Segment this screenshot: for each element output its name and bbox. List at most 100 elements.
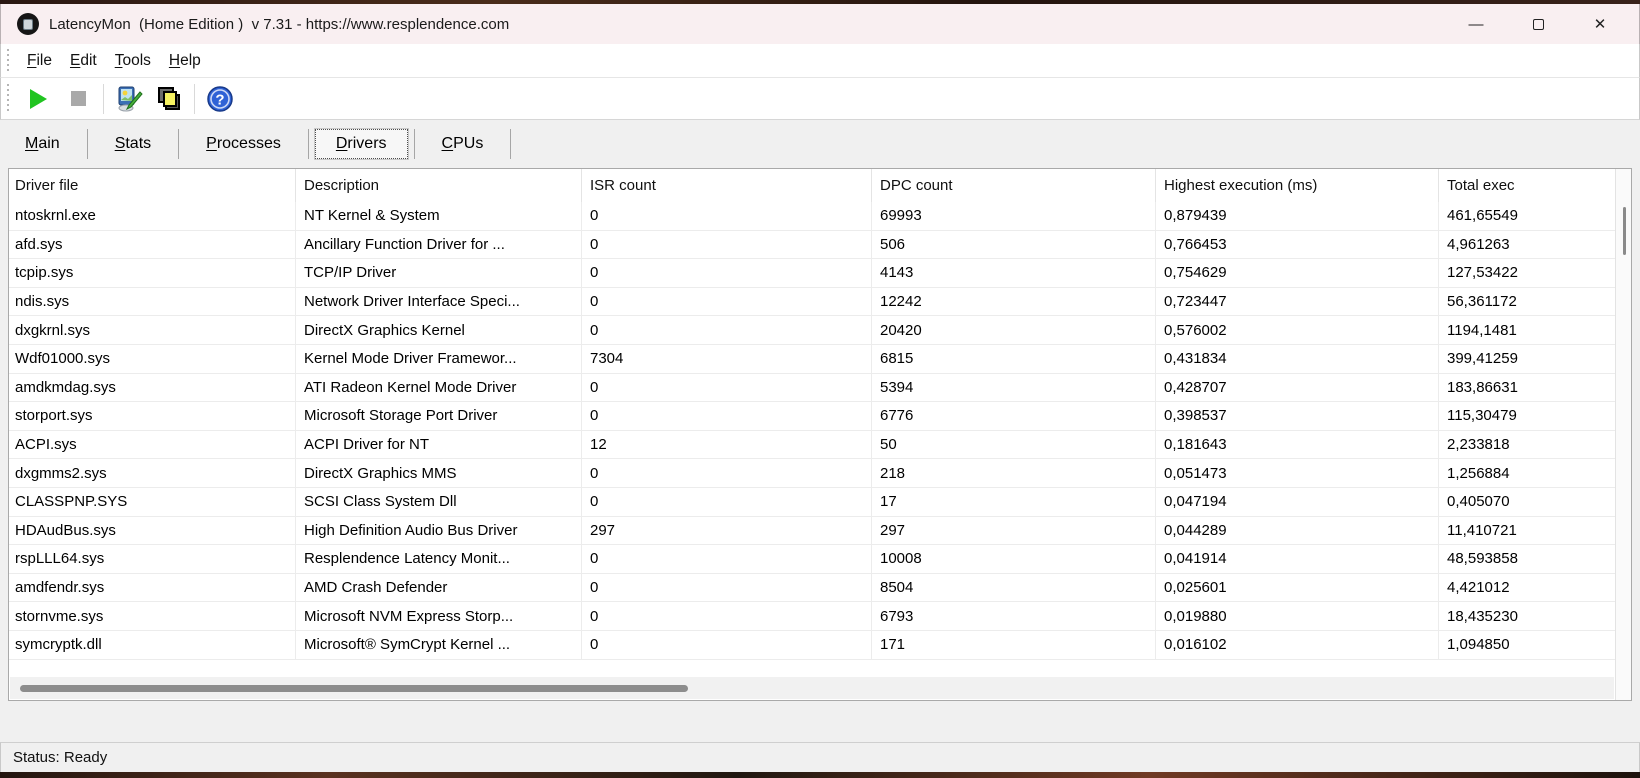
table-row[interactable]: CLASSPNP.SYS SCSI Class System Dll 0 17 … [9, 488, 1623, 517]
column-header-highest-execution[interactable]: Highest execution (ms) [1156, 169, 1439, 202]
stop-monitor-button[interactable] [58, 82, 98, 116]
vertical-scrollbar[interactable] [1615, 169, 1631, 700]
table-row[interactable]: amdkmdag.sys ATI Radeon Kernel Mode Driv… [9, 374, 1623, 403]
help-icon: ? [206, 85, 234, 113]
cell-highest-execution: 0,879439 [1156, 202, 1439, 231]
vertical-scrollbar-thumb[interactable] [1623, 207, 1626, 255]
table-row[interactable]: stornvme.sys Microsoft NVM Express Storp… [9, 602, 1623, 631]
toolbar-separator [103, 84, 104, 114]
close-button[interactable]: ✕ [1569, 4, 1631, 44]
cell-driver-file: amdkmdag.sys [9, 374, 296, 403]
column-header-isr-count[interactable]: ISR count [582, 169, 872, 202]
cell-total-execution: 0,405070 [1439, 488, 1623, 517]
cell-highest-execution: 0,051473 [1156, 459, 1439, 488]
cell-highest-execution: 0,019880 [1156, 602, 1439, 631]
cell-highest-execution: 0,723447 [1156, 288, 1439, 317]
start-monitor-button[interactable] [18, 82, 58, 116]
column-header-total-execution[interactable]: Total exec [1439, 169, 1623, 202]
cell-total-execution: 56,361172 [1439, 288, 1623, 317]
table-row[interactable]: dxgkrnl.sys DirectX Graphics Kernel 0 20… [9, 316, 1623, 345]
table-row[interactable]: ntoskrnl.exe NT Kernel & System 0 69993 … [9, 202, 1623, 231]
cell-description: Microsoft® SymCrypt Kernel ... [296, 631, 582, 660]
table-row[interactable]: storport.sys Microsoft Storage Port Driv… [9, 402, 1623, 431]
cell-isr-count: 0 [582, 288, 872, 317]
cell-description: TCP/IP Driver [296, 259, 582, 288]
minimize-button[interactable]: — [1445, 4, 1507, 44]
menu-help[interactable]: Help [160, 48, 210, 74]
copy-pages-icon [155, 85, 183, 113]
table-row[interactable]: ACPI.sys ACPI Driver for NT 12 50 0,1816… [9, 431, 1623, 460]
table-row[interactable]: dxgmms2.sys DirectX Graphics MMS 0 218 0… [9, 459, 1623, 488]
cell-description: ATI Radeon Kernel Mode Driver [296, 374, 582, 403]
table-row[interactable]: ndis.sys Network Driver Interface Speci.… [9, 288, 1623, 317]
cell-description: Network Driver Interface Speci... [296, 288, 582, 317]
maximize-icon [1533, 19, 1544, 30]
window-controls: — ✕ [1445, 4, 1631, 44]
menu-file[interactable]: File [18, 48, 61, 74]
cell-isr-count: 0 [582, 402, 872, 431]
copy-pages-button[interactable] [149, 82, 189, 116]
cell-description: Ancillary Function Driver for ... [296, 231, 582, 260]
table-row[interactable]: symcryptk.dll Microsoft® SymCrypt Kernel… [9, 631, 1623, 660]
tab-main[interactable]: Main [4, 129, 81, 159]
tab-drivers[interactable]: Drivers [315, 129, 408, 159]
column-header-dpc-count[interactable]: DPC count [872, 169, 1156, 202]
table-row[interactable]: afd.sys Ancillary Function Driver for ..… [9, 231, 1623, 260]
tab-separator [308, 129, 309, 159]
cell-description: DirectX Graphics Kernel [296, 316, 582, 345]
table-row[interactable]: amdfendr.sys AMD Crash Defender 0 8504 0… [9, 574, 1623, 603]
cell-total-execution: 1,256884 [1439, 459, 1623, 488]
table-row[interactable]: tcpip.sys TCP/IP Driver 0 4143 0,754629 … [9, 259, 1623, 288]
tab-separator [178, 129, 179, 159]
cell-highest-execution: 0,041914 [1156, 545, 1439, 574]
cell-dpc-count: 6776 [872, 402, 1156, 431]
horizontal-scrollbar-thumb[interactable] [20, 685, 688, 692]
analyze-report-button[interactable] [109, 82, 149, 116]
menu-bar: File Edit Tools Help [0, 44, 1640, 78]
tab-cpus[interactable]: CPUs [421, 129, 505, 159]
cell-dpc-count: 10008 [872, 545, 1156, 574]
client-gap [8, 701, 1632, 742]
table-row[interactable]: rspLLL64.sys Resplendence Latency Monit.… [9, 545, 1623, 574]
cell-dpc-count: 50 [872, 431, 1156, 460]
menu-edit[interactable]: Edit [61, 48, 106, 74]
cell-dpc-count: 4143 [872, 259, 1156, 288]
client-area: Driver file Description ISR count DPC co… [0, 168, 1640, 742]
cell-driver-file: Wdf01000.sys [9, 345, 296, 374]
tab-processes[interactable]: Processes [185, 129, 302, 159]
cell-dpc-count: 12242 [872, 288, 1156, 317]
cell-description: SCSI Class System Dll [296, 488, 582, 517]
cell-highest-execution: 0,047194 [1156, 488, 1439, 517]
cell-isr-count: 0 [582, 602, 872, 631]
cell-dpc-count: 171 [872, 631, 1156, 660]
cell-highest-execution: 0,044289 [1156, 517, 1439, 546]
horizontal-scrollbar[interactable] [10, 677, 1614, 699]
cell-driver-file: dxgmms2.sys [9, 459, 296, 488]
help-button[interactable]: ? [200, 82, 240, 116]
column-header-driver-file[interactable]: Driver file [9, 169, 296, 202]
cell-highest-execution: 0,754629 [1156, 259, 1439, 288]
table-row[interactable]: HDAudBus.sys High Definition Audio Bus D… [9, 517, 1623, 546]
cell-total-execution: 461,65549 [1439, 202, 1623, 231]
cell-dpc-count: 8504 [872, 574, 1156, 603]
cell-total-execution: 127,53422 [1439, 259, 1623, 288]
cell-dpc-count: 297 [872, 517, 1156, 546]
maximize-button[interactable] [1507, 4, 1569, 44]
cell-isr-count: 12 [582, 431, 872, 460]
cell-total-execution: 115,30479 [1439, 402, 1623, 431]
cell-driver-file: tcpip.sys [9, 259, 296, 288]
toolbar-separator [194, 84, 195, 114]
title-bar: LatencyMon (Home Edition ) v 7.31 - http… [0, 4, 1640, 44]
menu-tools[interactable]: Tools [106, 48, 160, 74]
cell-dpc-count: 218 [872, 459, 1156, 488]
cell-isr-count: 0 [582, 231, 872, 260]
cell-isr-count: 0 [582, 488, 872, 517]
column-header-description[interactable]: Description [296, 169, 582, 202]
tab-stats[interactable]: Stats [94, 129, 172, 159]
toolbar-gripper [7, 84, 10, 113]
cell-total-execution: 183,86631 [1439, 374, 1623, 403]
driver-table-body: ntoskrnl.exe NT Kernel & System 0 69993 … [9, 202, 1623, 660]
cell-driver-file: CLASSPNP.SYS [9, 488, 296, 517]
table-row[interactable]: Wdf01000.sys Kernel Mode Driver Framewor… [9, 345, 1623, 374]
cell-driver-file: rspLLL64.sys [9, 545, 296, 574]
